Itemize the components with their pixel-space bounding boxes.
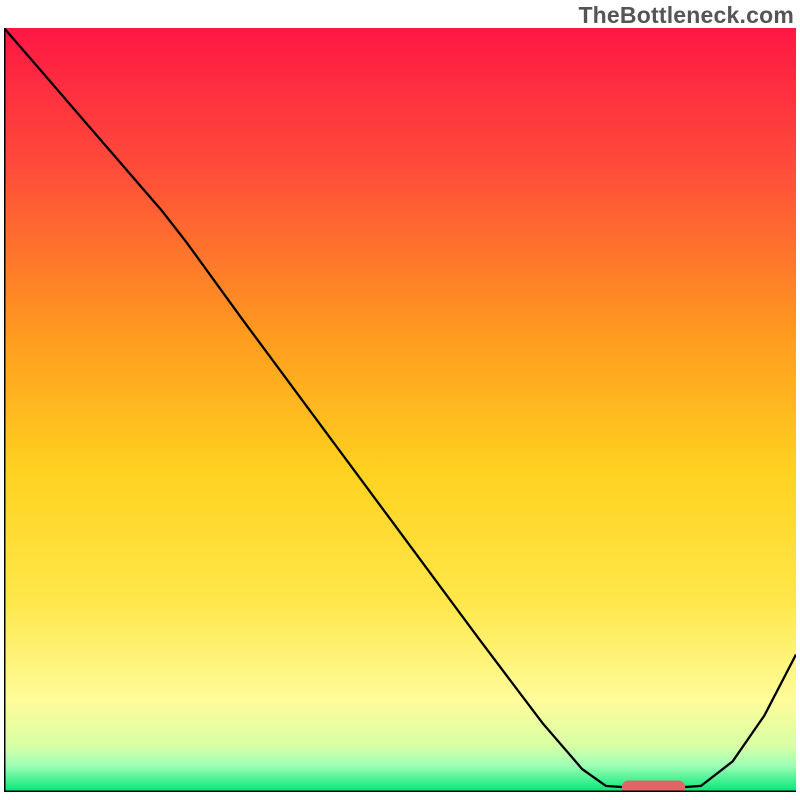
chart-stage: TheBottleneck.com [0, 0, 800, 800]
chart-svg [4, 28, 796, 792]
plot-area [4, 28, 796, 792]
gradient-bg [4, 28, 796, 792]
watermark-label: TheBottleneck.com [578, 2, 794, 29]
min-marker [622, 781, 685, 793]
